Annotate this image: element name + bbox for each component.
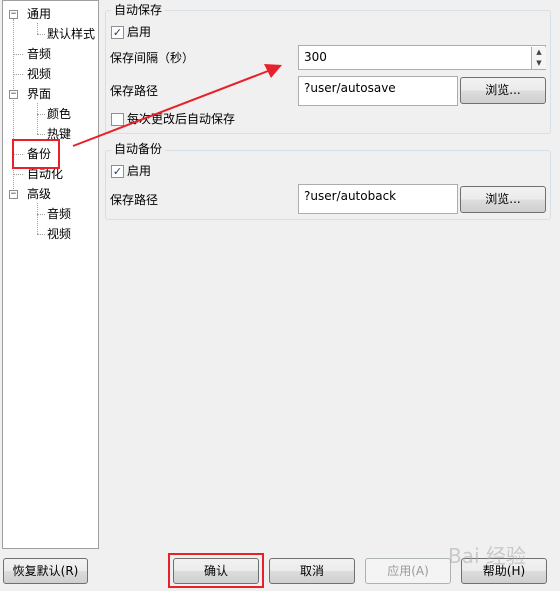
tree-item-audio[interactable]: 音频: [27, 45, 51, 63]
tree-item-general[interactable]: 通用: [27, 5, 51, 23]
tree-item-color[interactable]: 颜色: [47, 105, 71, 123]
autobackup-enable-checkbox[interactable]: ✓: [111, 165, 124, 178]
autosave-on-change-label: 每次更改后自动保存: [127, 112, 236, 126]
autobackup-path-label: 保存路径: [110, 193, 159, 207]
autosave-path-input[interactable]: ?user/autosave: [298, 76, 458, 106]
apply-button[interactable]: 应用(A): [365, 558, 451, 584]
collapse-icon[interactable]: −: [9, 190, 18, 199]
ok-highlight-box: [168, 553, 264, 588]
tree-item-interface[interactable]: 界面: [27, 85, 51, 103]
autobackup-enable-label: 启用: [127, 164, 152, 178]
autosave-title: 自动保存: [111, 3, 166, 17]
tree-item-advanced[interactable]: 高级: [27, 185, 51, 203]
autosave-interval-label: 保存间隔（秒）: [110, 51, 195, 65]
autosave-browse-button[interactable]: 浏览...: [460, 77, 546, 104]
autosave-on-change-checkbox[interactable]: [111, 113, 124, 126]
tree-item-advanced-audio[interactable]: 音频: [47, 205, 71, 223]
tree-item-advanced-video[interactable]: 视频: [47, 225, 71, 243]
backup-highlight-box: [12, 139, 60, 169]
watermark: Bai 经验: [448, 544, 526, 568]
autobackup-browse-button[interactable]: 浏览...: [460, 186, 546, 213]
autobackup-title: 自动备份: [111, 142, 166, 156]
spin-up-icon[interactable]: ▲: [531, 47, 546, 58]
restore-defaults-button[interactable]: 恢复默认(R): [3, 558, 88, 584]
collapse-icon[interactable]: −: [9, 10, 18, 19]
autosave-path-label: 保存路径: [110, 84, 159, 98]
autosave-interval-input[interactable]: 300: [298, 45, 546, 70]
autosave-enable-checkbox[interactable]: ✓: [111, 26, 124, 39]
autobackup-path-input[interactable]: ?user/autoback: [298, 184, 458, 214]
spin-down-icon[interactable]: ▼: [531, 58, 546, 69]
tree-item-default-style[interactable]: 默认样式: [47, 25, 95, 43]
tree-item-video[interactable]: 视频: [27, 65, 51, 83]
cancel-button[interactable]: 取消: [269, 558, 355, 584]
collapse-icon[interactable]: −: [9, 90, 18, 99]
settings-tree[interactable]: − 通用 默认样式 音频 视频 − 界面 颜色 热键 备份 自动化 − 高级 音…: [2, 0, 99, 549]
autosave-enable-label: 启用: [127, 25, 152, 39]
